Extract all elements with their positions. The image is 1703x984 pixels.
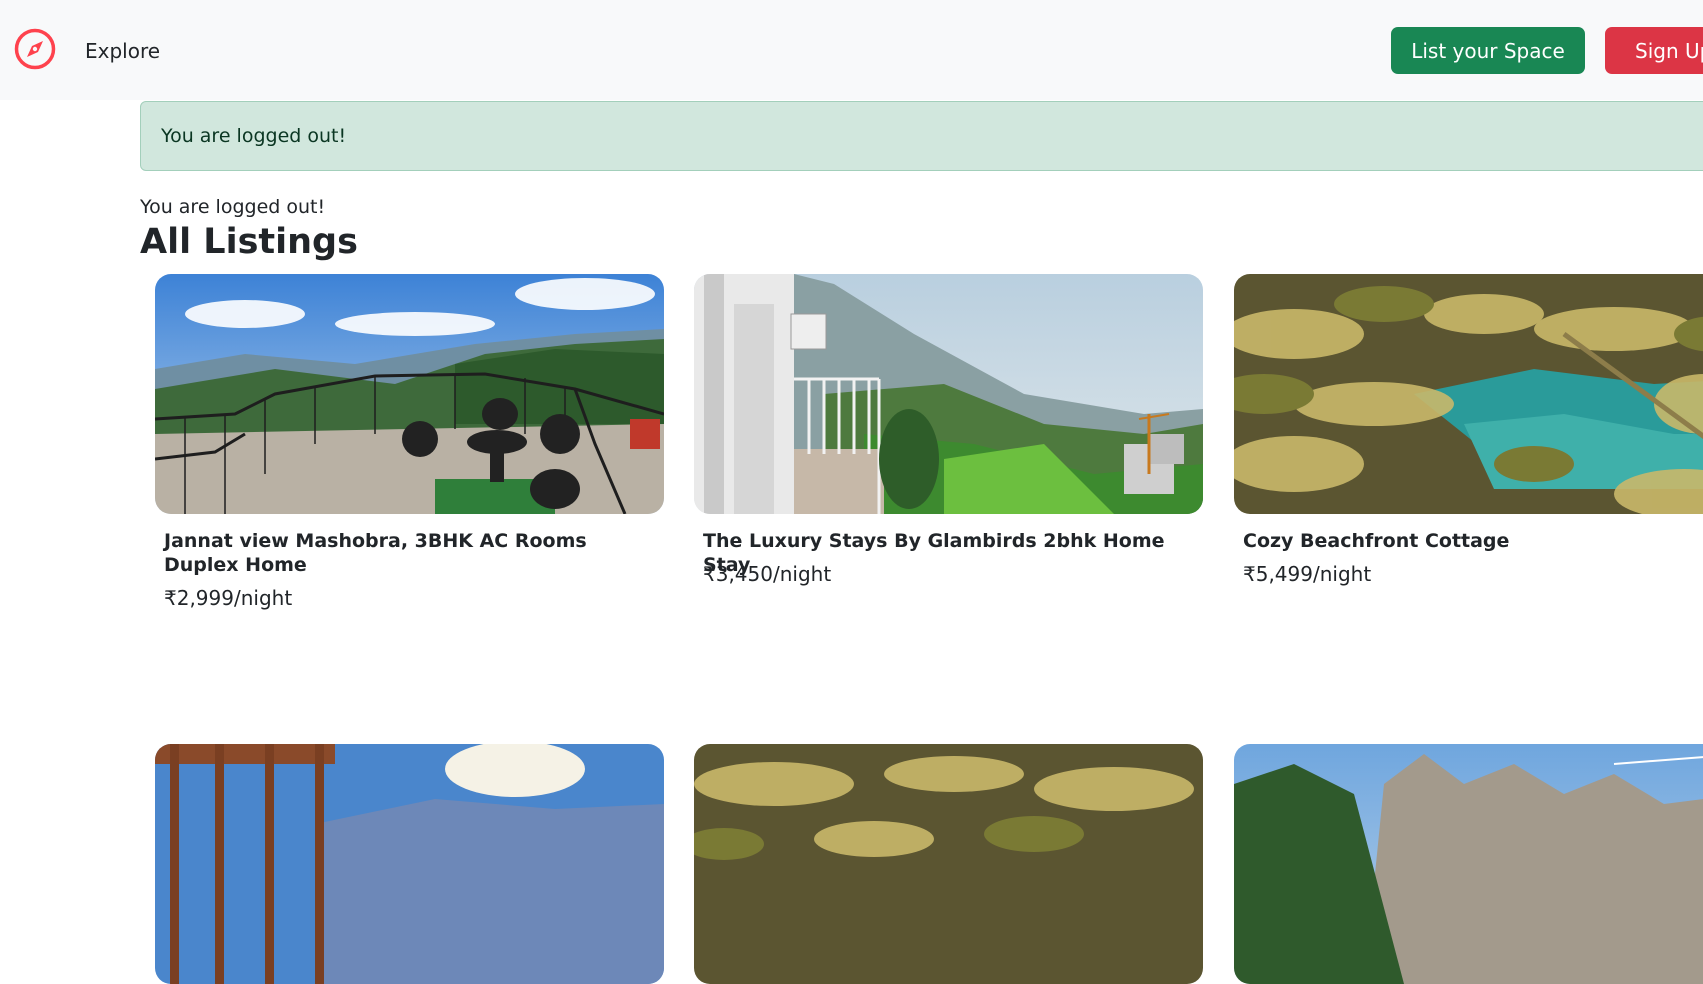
compass-icon[interactable] (13, 27, 57, 71)
listing-card[interactable]: Cozy Beachfront Cottage ₹5,499/night (1234, 274, 1703, 586)
listing-image[interactable] (1234, 274, 1703, 514)
listing-image[interactable] (694, 744, 1203, 984)
flash-message: You are logged out! (140, 196, 326, 218)
listing-image[interactable] (694, 274, 1203, 514)
alert-message: You are logged out! (161, 125, 347, 147)
listing-image[interactable] (1234, 744, 1703, 984)
page-title: All Listings (140, 222, 358, 262)
listing-title: Cozy Beachfront Cottage (1243, 530, 1510, 552)
listing-card[interactable] (694, 744, 1203, 984)
success-alert: You are logged out! (140, 101, 1703, 171)
list-your-space-button[interactable]: List your Space (1391, 27, 1585, 74)
listing-price: ₹2,999/night (164, 586, 293, 610)
listing-card[interactable]: Jannat view Mashobra, 3BHK AC Rooms Dupl… (155, 274, 664, 610)
listing-image[interactable] (155, 274, 664, 514)
listing-card[interactable]: The Luxury Stays By Glambirds 2bhk Home … (694, 274, 1203, 586)
listing-price: ₹5,499/night (1243, 562, 1372, 586)
listing-image[interactable] (155, 744, 664, 984)
listing-card[interactable] (155, 744, 664, 984)
navbar: Explore List your Space Sign Up (0, 0, 1703, 100)
listing-card[interactable] (1234, 744, 1703, 984)
nav-explore-link[interactable]: Explore (85, 39, 160, 63)
sign-up-button[interactable]: Sign Up (1605, 27, 1703, 74)
listing-title: Jannat view Mashobra, 3BHK AC Rooms Dupl… (164, 530, 587, 576)
listing-price: ₹3,450/night (703, 562, 832, 586)
